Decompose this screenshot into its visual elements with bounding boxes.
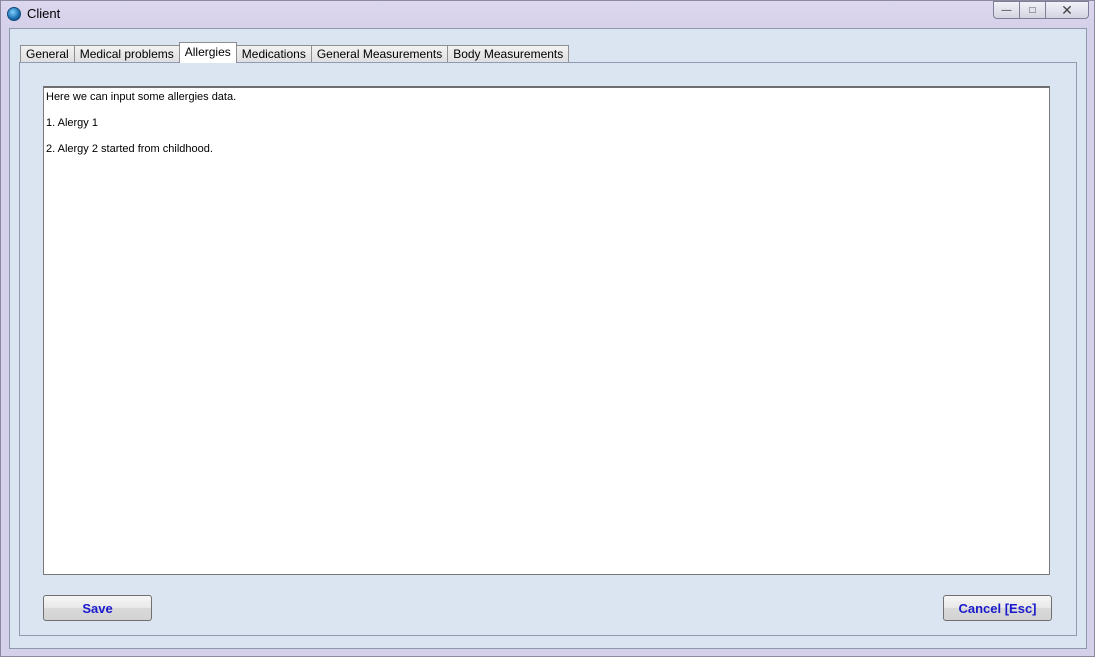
title-bar[interactable]: Client — □ ✕ — [1, 1, 1094, 27]
cancel-button[interactable]: Cancel [Esc] — [943, 595, 1052, 621]
tab-allergies[interactable]: Allergies — [178, 42, 237, 63]
allergies-line: Here we can input some allergies data. — [46, 91, 237, 103]
tab-body-measurements[interactable]: Body Measurements — [447, 45, 570, 63]
allergies-line: 2. Alergy 2 started from childhood. — [46, 143, 213, 155]
client-area: General Medical problems Allergies Medic… — [9, 28, 1087, 649]
tab-general-measurements[interactable]: General Measurements — [310, 45, 449, 63]
allergies-text-area[interactable]: Here we can input some allergies data. 1… — [43, 86, 1050, 575]
tab-strip: General Medical problems Allergies Medic… — [20, 42, 570, 63]
maximize-button[interactable]: □ — [1020, 1, 1046, 19]
tab-general[interactable]: General — [20, 45, 75, 63]
tab-medical-problems[interactable]: Medical problems — [73, 45, 180, 63]
client-window: Client — □ ✕ General Medical problems Al… — [0, 0, 1095, 657]
maximize-icon: □ — [1029, 4, 1036, 16]
close-icon: ✕ — [1061, 1, 1073, 18]
minimize-button[interactable]: — — [993, 1, 1020, 19]
close-button[interactable]: ✕ — [1046, 1, 1089, 19]
minimize-icon: — — [1001, 4, 1012, 16]
tab-medications[interactable]: Medications — [235, 45, 312, 63]
allergies-panel: Here we can input some allergies data. 1… — [19, 62, 1077, 636]
app-globe-icon — [7, 7, 21, 21]
window-controls: — □ ✕ — [993, 1, 1089, 19]
window-title: Client — [27, 6, 61, 21]
save-button[interactable]: Save — [43, 595, 152, 621]
allergies-line: 1. Alergy 1 — [46, 117, 98, 129]
